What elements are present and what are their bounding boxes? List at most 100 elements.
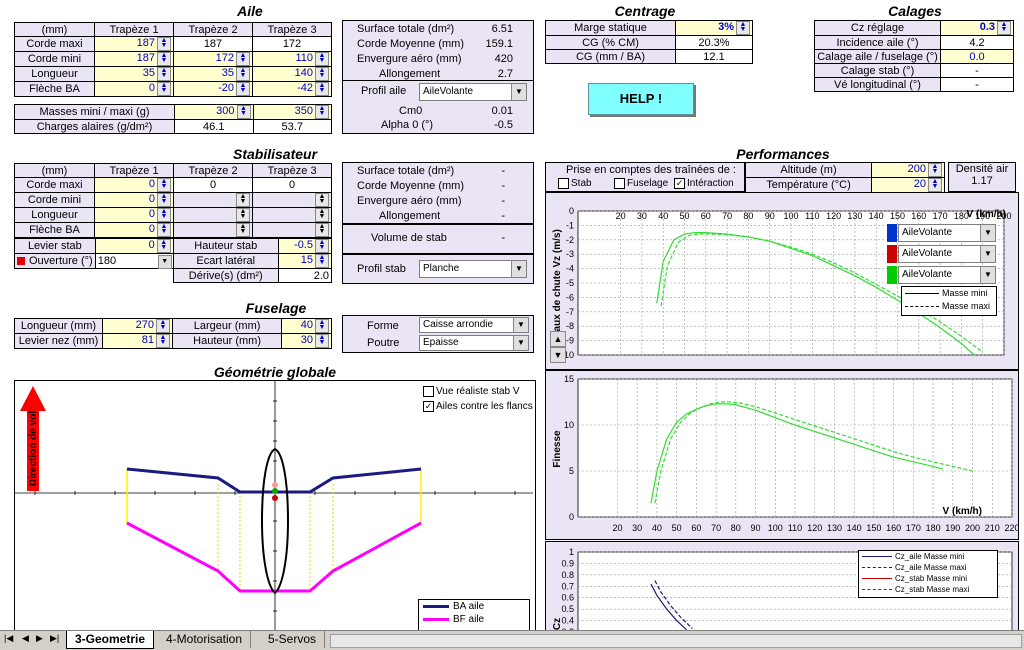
aile-longueur-t3[interactable]: 140 ▲ ▼ <box>252 66 332 82</box>
fus-longueur-input[interactable]: 270 ▲ ▼ <box>102 318 173 334</box>
stab-corde-maxi-t1[interactable]: 0 ▲ ▼ <box>94 177 174 193</box>
fus-largeur-input[interactable]: 40 ▲ ▼ <box>281 318 332 334</box>
cz-reglage-input[interactable]: 0.3 ▲ ▼ <box>940 20 1014 36</box>
spinner[interactable]: ▲ ▼ <box>315 254 329 268</box>
hauteur-stab-input[interactable]: -0.5 ▲ ▼ <box>277 238 333 254</box>
stab-cell[interactable]: ▲ ▼ <box>252 207 332 223</box>
chevron-down-icon[interactable]: ▼ <box>157 255 172 269</box>
checkbox-icon[interactable] <box>614 178 625 189</box>
profile-select-2[interactable]: AileVolante ▼ <box>898 245 996 263</box>
spinner[interactable]: ▲ ▼ <box>236 67 250 81</box>
spinner[interactable]: ▲ ▼ <box>156 319 170 333</box>
aile-corde-mini-t1[interactable]: 187 ▲ ▼ <box>94 51 174 67</box>
last-sheet-icon[interactable]: ▶| <box>50 633 59 644</box>
horizontal-scrollbar[interactable] <box>330 634 1022 648</box>
aile-fleche-t2[interactable]: -20 ▲ ▼ <box>173 81 253 97</box>
spinner[interactable]: ▲ ▼ <box>315 334 329 348</box>
stab-cell[interactable]: ▲ ▼ <box>173 222 253 238</box>
altitude-input[interactable]: 200 ▲ ▼ <box>871 162 945 178</box>
stab-cell[interactable]: ▲ ▼ <box>252 222 332 238</box>
temperature-input[interactable]: 20 ▲ ▼ <box>871 177 945 193</box>
chevron-down-icon[interactable]: ▼ <box>511 84 526 100</box>
stab-fleche-t1[interactable]: 0 ▲ ▼ <box>94 222 174 238</box>
aile-longueur-t2[interactable]: 35 ▲ ▼ <box>173 66 253 82</box>
masse-maxi-input[interactable]: 350 ▲ ▼ <box>252 104 332 120</box>
spinner[interactable]: ▲ ▼ <box>736 21 750 35</box>
profile-select-3[interactable]: AileVolante ▼ <box>898 266 996 284</box>
stab-longueur-t1[interactable]: 0 ▲ ▼ <box>94 207 174 223</box>
help-button[interactable]: HELP ! <box>588 83 694 115</box>
spinner[interactable]: ▲ ▼ <box>997 21 1011 35</box>
spinner[interactable]: ▲ ▼ <box>315 223 329 237</box>
spinner[interactable]: ▲ ▼ <box>157 67 171 81</box>
fus-hauteur-input[interactable]: 30 ▲ ▼ <box>281 333 332 349</box>
chevron-down-icon[interactable]: ▼ <box>511 261 526 277</box>
spinner[interactable]: ▲ ▼ <box>157 223 171 237</box>
checkbox-checked-icon[interactable]: ✓ <box>674 178 685 189</box>
spinner[interactable]: ▲ ▼ <box>157 82 171 96</box>
chevron-down-icon[interactable]: ▼ <box>980 267 995 283</box>
spinner[interactable]: ▲ ▼ <box>156 239 171 253</box>
spinner[interactable]: ▲ ▼ <box>157 52 171 66</box>
chevron-down-icon[interactable]: ▼ <box>980 246 995 262</box>
profil-aile-select[interactable]: AileVolante ▼ <box>419 83 527 101</box>
chk-interaction[interactable]: ✓ Intéraction <box>674 178 734 189</box>
scroll-down-button[interactable]: ▼ <box>550 347 566 363</box>
forme-select[interactable]: Caisse arrondie ▼ <box>419 317 529 333</box>
masse-mini-input[interactable]: 300 ▲ ▼ <box>174 104 254 120</box>
spinner[interactable]: ▲ ▼ <box>236 82 250 96</box>
levier-stab-input[interactable]: 0 ▲ ▼ <box>94 238 174 254</box>
spinner[interactable]: ▲ ▼ <box>315 52 329 66</box>
tab-5-servos[interactable]: 5-Servos <box>260 631 326 648</box>
spinner[interactable]: ▲ ▼ <box>928 178 942 192</box>
calage-aile-input[interactable]: 0.0 <box>940 49 1014 64</box>
spinner[interactable]: ▲ ▼ <box>157 208 171 222</box>
spinner[interactable]: ▲ ▼ <box>236 193 250 207</box>
prev-sheet-icon[interactable]: ◀ <box>22 633 29 644</box>
chk-vue-realiste[interactable]: Vue réaliste stab V <box>423 386 520 397</box>
spinner[interactable]: ▲ ▼ <box>315 193 329 207</box>
aile-fleche-t1[interactable]: 0 ▲ ▼ <box>94 81 174 97</box>
spinner[interactable]: ▲ ▼ <box>315 105 329 119</box>
aile-fleche-t3[interactable]: -42 ▲ ▼ <box>252 81 332 97</box>
fus-levier-input[interactable]: 81 ▲ ▼ <box>102 333 173 349</box>
checkbox-icon[interactable] <box>423 386 434 397</box>
checkbox-icon[interactable] <box>558 178 569 189</box>
chk-fuselage[interactable]: Fuselage <box>614 178 668 189</box>
stab-cell[interactable]: ▲ ▼ <box>173 207 253 223</box>
spinner[interactable]: ▲ ▼ <box>236 105 251 119</box>
chevron-down-icon[interactable]: ▼ <box>513 318 528 332</box>
spinner[interactable]: ▲ ▼ <box>315 319 329 333</box>
aile-corde-mini-t3[interactable]: 110 ▲ ▼ <box>252 51 332 67</box>
spinner[interactable]: ▲ ▼ <box>928 163 942 177</box>
stab-cell[interactable]: ▲ ▼ <box>173 192 253 208</box>
profile-select-1[interactable]: AileVolante ▼ <box>898 224 996 242</box>
stab-corde-mini-t1[interactable]: 0 ▲ ▼ <box>94 192 174 208</box>
spinner[interactable]: ▲ ▼ <box>315 82 329 96</box>
spinner[interactable]: ▲ ▼ <box>315 67 329 81</box>
spinner[interactable]: ▲ ▼ <box>157 178 171 192</box>
spinner[interactable]: ▲ ▼ <box>236 52 250 66</box>
spinner[interactable]: ▲ ▼ <box>156 334 170 348</box>
aile-longueur-t1[interactable]: 35 ▲ ▼ <box>94 66 174 82</box>
chk-ailes-flancs[interactable]: ✓ Ailes contre les flancs <box>423 401 533 412</box>
ouverture-select[interactable]: 180 ▼ <box>94 253 174 269</box>
spinner[interactable]: ▲ ▼ <box>236 208 250 222</box>
scroll-up-button[interactable]: ▲ <box>550 331 566 347</box>
spinner[interactable]: ▲ ▼ <box>157 37 171 51</box>
first-sheet-icon[interactable]: |◀ <box>4 633 13 644</box>
tab-4-motorisation[interactable]: 4-Motorisation <box>158 631 252 648</box>
spinner[interactable]: ▲ ▼ <box>157 193 171 207</box>
ecart-input[interactable]: 15 ▲ ▼ <box>277 253 333 269</box>
poutre-select[interactable]: Epaisse ▼ <box>419 335 529 351</box>
chevron-down-icon[interactable]: ▼ <box>513 336 528 350</box>
marge-statique-input[interactable]: 3% ▲ ▼ <box>675 20 753 36</box>
stab-cell[interactable]: ▲ ▼ <box>252 192 332 208</box>
chk-stab[interactable]: Stab <box>558 178 592 189</box>
checkbox-checked-icon[interactable]: ✓ <box>423 401 434 412</box>
aile-corde-maxi-t1[interactable]: 187 ▲ ▼ <box>94 36 174 52</box>
spinner[interactable]: ▲ ▼ <box>315 239 329 253</box>
tab-3-geometrie[interactable]: 3-Geometrie <box>66 631 155 649</box>
spinner[interactable]: ▲ ▼ <box>315 208 329 222</box>
next-sheet-icon[interactable]: ▶ <box>36 633 43 644</box>
